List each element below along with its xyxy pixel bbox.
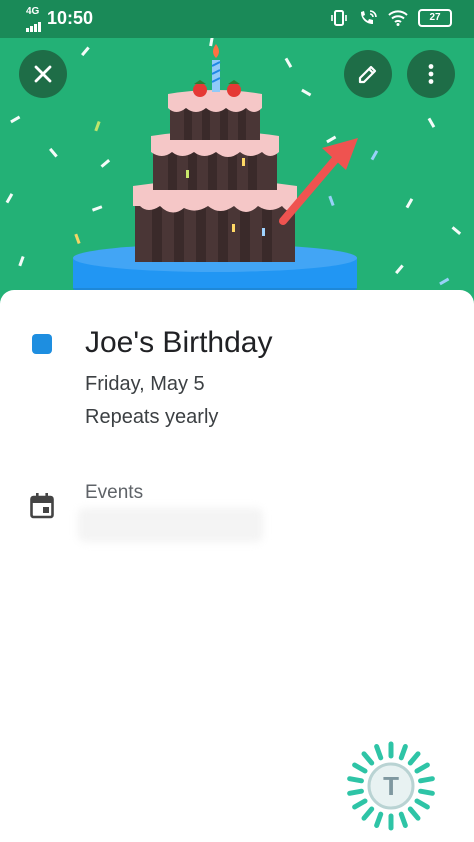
status-bar: 4G 10:50 27 — [0, 0, 474, 38]
signal-icon — [26, 21, 41, 32]
calendar-icon — [30, 493, 54, 519]
wifi-icon — [388, 10, 408, 26]
watermark-logo: T — [347, 741, 435, 831]
network-indicator: 4G — [26, 5, 41, 32]
clock: 10:50 — [47, 8, 94, 28]
event-date: Friday, May 5 — [85, 373, 205, 395]
event-recurrence: Repeats yearly — [85, 406, 219, 428]
birthday-cake-illustration — [5, 38, 462, 302]
event-header — [0, 38, 474, 304]
more-vert-icon — [428, 64, 434, 84]
edit-button[interactable] — [344, 50, 392, 98]
calendar-name-label: Events — [85, 482, 144, 503]
close-icon — [34, 65, 52, 83]
vibrate-icon — [331, 10, 347, 26]
more-options-button[interactable] — [407, 50, 455, 98]
battery-indicator: 27 — [418, 9, 452, 27]
svg-text:T: T — [383, 771, 399, 801]
status-left: 4G 10:50 — [26, 5, 94, 32]
calendar-color-swatch — [32, 334, 52, 354]
pencil-icon — [358, 65, 377, 84]
close-button[interactable] — [19, 50, 67, 98]
wifi-call-icon — [361, 10, 377, 24]
network-type: 4G — [26, 5, 40, 17]
status-right: 27 — [330, 9, 452, 27]
event-title: Joe's Birthday — [85, 326, 273, 359]
redacted-calendar-owner — [78, 508, 263, 542]
